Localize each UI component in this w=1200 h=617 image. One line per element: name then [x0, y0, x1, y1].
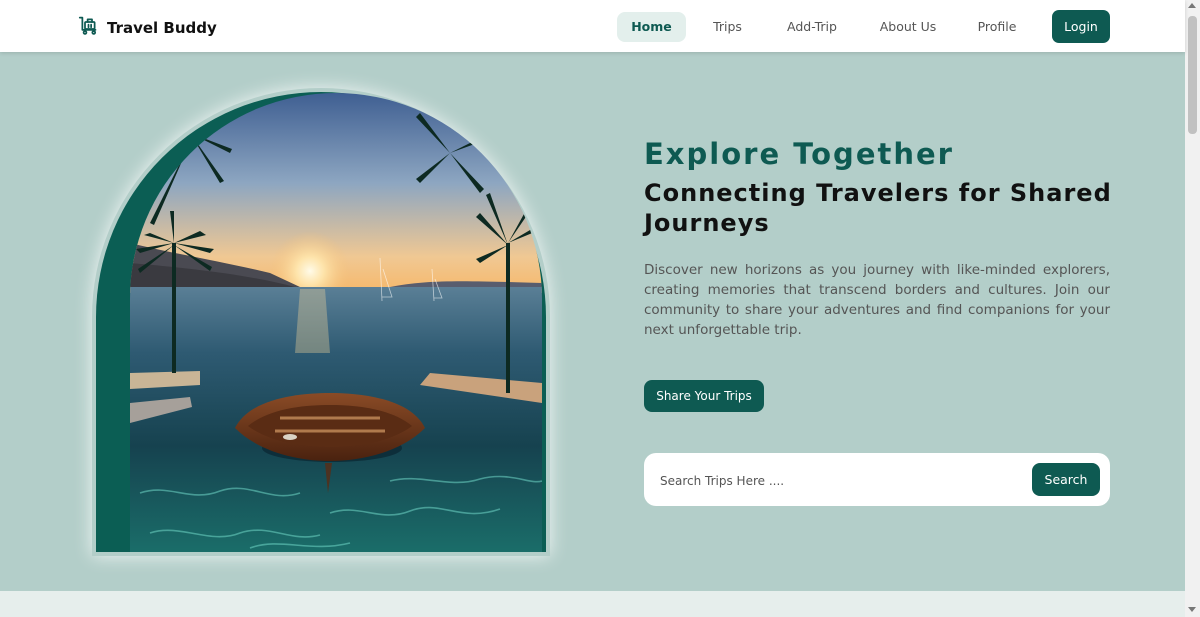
- scrollbar-thumb[interactable]: [1188, 16, 1197, 134]
- hero-description: Discover new horizons as you journey wit…: [644, 262, 1110, 338]
- luggage-cart-icon: [78, 15, 99, 40]
- scroll-up-arrow-icon[interactable]: [1188, 3, 1196, 8]
- search-input[interactable]: [658, 465, 1022, 497]
- search-bar: Search: [644, 453, 1110, 506]
- nav-profile[interactable]: Profile: [965, 12, 1029, 42]
- hero-image: [130, 93, 542, 552]
- hero-section: Explore Together Connecting Travelers fo…: [0, 52, 1185, 591]
- hero-title: Explore Together: [644, 137, 954, 171]
- nav-about-us[interactable]: About Us: [868, 12, 948, 42]
- search-button[interactable]: Search: [1032, 463, 1100, 496]
- nav-home[interactable]: Home: [617, 12, 686, 42]
- brand[interactable]: Travel Buddy: [78, 15, 217, 40]
- share-trips-button[interactable]: Share Your Trips: [644, 380, 764, 412]
- brand-name: Travel Buddy: [107, 18, 217, 37]
- navbar: Travel Buddy Home Trips Add-Trip About U…: [0, 0, 1185, 52]
- scrollbar[interactable]: [1185, 0, 1200, 617]
- login-button[interactable]: Login: [1052, 10, 1110, 43]
- hero-subtitle: Connecting Travelers for Shared Journeys: [644, 179, 1112, 237]
- scroll-down-arrow-icon[interactable]: [1188, 607, 1196, 612]
- nav-add-trip[interactable]: Add-Trip: [772, 12, 852, 42]
- nav-trips[interactable]: Trips: [700, 12, 755, 42]
